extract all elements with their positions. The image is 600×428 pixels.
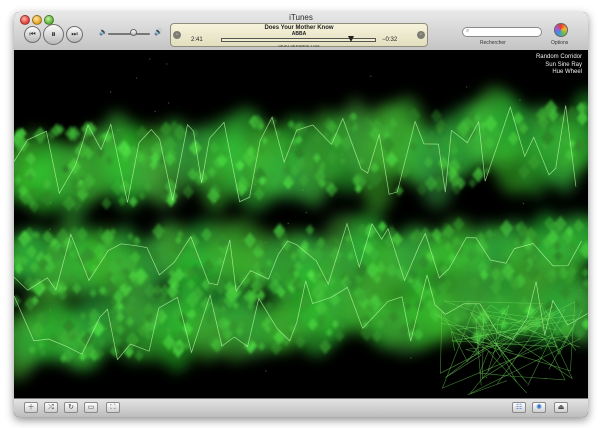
- fullscreen-icon: ⛶: [110, 404, 116, 411]
- pause-icon: ⏸: [51, 29, 56, 39]
- next-icon: ⏭: [71, 31, 78, 38]
- lcd-info-icon[interactable]: ◦: [417, 31, 425, 39]
- search-icon: ⌕: [466, 28, 470, 34]
- eject-icon: ⏏: [557, 404, 565, 411]
- visualizer-canvas: [14, 58, 588, 396]
- now-playing-display[interactable]: ◦ Does Your Mother Know ABBA 2:41 −0:32 …: [170, 23, 428, 48]
- equalizer-icon: ☷: [515, 404, 523, 411]
- visualizer-icon: ✺: [536, 404, 542, 411]
- artwork-icon: ▭: [87, 404, 95, 411]
- mode-label: Random Corridor: [535, 54, 582, 60]
- visualizer-button[interactable]: ✺: [532, 402, 546, 413]
- volume-slider[interactable]: [108, 33, 150, 35]
- itunes-window: iTunes ⏮ ⏸ ⏭ 🔈 🔊 ◦ Does Your Mother Know…: [14, 12, 588, 417]
- playhead[interactable]: [348, 36, 355, 42]
- add-playlist-button[interactable]: ＋: [24, 402, 38, 413]
- eject-button[interactable]: ⏏: [554, 402, 568, 413]
- equalizer-button[interactable]: ☷: [512, 402, 526, 413]
- next-button[interactable]: ⏭: [66, 26, 83, 43]
- volume-high-icon: 🔊: [154, 29, 163, 36]
- previous-button[interactable]: ⏮: [24, 26, 41, 43]
- remaining-time[interactable]: −0:32: [382, 37, 397, 43]
- volume-low-icon: 🔈: [99, 29, 108, 36]
- artwork-button[interactable]: ▭: [84, 402, 98, 413]
- track-album: Gold Greatest Hits: [278, 45, 320, 48]
- shuffle-icon: ⤮: [48, 404, 54, 411]
- search-input[interactable]: [462, 27, 542, 37]
- fullscreen-button[interactable]: ⛶: [106, 402, 120, 413]
- visualizer-modes: Random Corridor Sun Sine Ray Hue Wheel: [536, 54, 582, 77]
- plus-icon: ＋: [27, 404, 35, 411]
- elapsed-time[interactable]: 2:41: [191, 37, 203, 43]
- mode-label: Sun Sine Ray: [545, 61, 582, 68]
- track-artist: ABBA: [291, 31, 307, 35]
- shuffle-button[interactable]: ⤮: [44, 402, 58, 413]
- options-button[interactable]: [554, 23, 568, 37]
- volume-knob[interactable]: [129, 29, 137, 36]
- previous-icon: ⏮: [29, 31, 36, 38]
- visualizer-area[interactable]: Random Corridor Sun Sine Ray Hue Wheel: [14, 50, 588, 398]
- play-pause-button[interactable]: ⏸: [43, 24, 64, 45]
- mode-label: Hue Wheel: [552, 69, 582, 75]
- window-title: iTunes: [289, 13, 313, 22]
- repeat-icon: ↻: [68, 404, 74, 411]
- search-label: Rechercher: [480, 40, 506, 46]
- bottom-bar: ＋ ⤮ ↻ ▭ ⛶ ☷ ✺ ⏏: [14, 398, 588, 417]
- options-label: Options: [551, 40, 569, 46]
- toolbar: iTunes ⏮ ⏸ ⏭ 🔈 🔊 ◦ Does Your Mother Know…: [14, 12, 588, 51]
- repeat-button[interactable]: ↻: [64, 402, 78, 413]
